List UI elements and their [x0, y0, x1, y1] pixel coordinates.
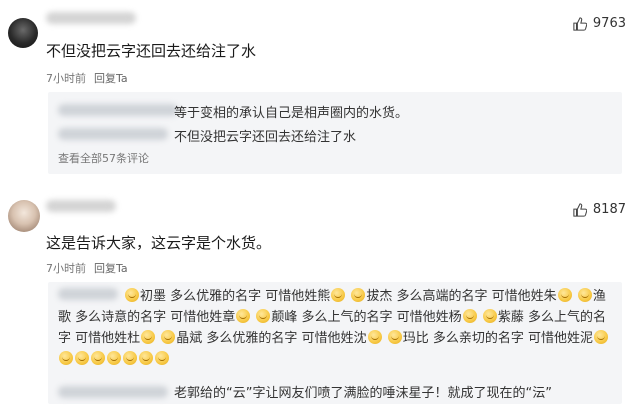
smile-emoji-icon [577, 288, 592, 302]
smile-emoji-icon [75, 351, 89, 365]
replies-box: 初墨 多么优雅的名字 可惜他姓熊 拔杰 多么高端的名字 可惜他姓朱 渔歌 多么诗… [48, 282, 622, 404]
smile-emoji-icon [141, 330, 156, 344]
avatar[interactable] [8, 18, 38, 48]
smile-emoji-icon [331, 288, 346, 302]
smile-emoji-icon [107, 351, 121, 365]
comment-text: 这是告诉大家，这云字是个水货。 [46, 234, 272, 252]
smile-emoji-icon [387, 330, 402, 344]
reply-segment: 颠峰 多么上气的名字 可惜他姓杨 [271, 310, 462, 325]
reply-segment: 玛比 多么亲切的名字 可惜他姓泥 [402, 331, 593, 346]
timestamp: 7小时前 [46, 72, 86, 85]
like-count: 9763 [592, 16, 626, 31]
reply-text: 等于变相的承认自己是相声圈内的水货。 [174, 106, 409, 121]
thumbs-up-icon [573, 16, 587, 31]
avatar[interactable] [8, 200, 40, 232]
reply-username-blurred[interactable] [58, 104, 178, 116]
like-button[interactable]: 9763 [573, 16, 626, 31]
smile-emoji-icon [123, 351, 137, 365]
smile-emoji-icon [367, 330, 382, 344]
timestamp: 7小时前 [46, 262, 86, 275]
reply-segment: 初墨 多么优雅的名字 可惜他姓熊 [140, 289, 331, 304]
smile-emoji-icon [91, 351, 105, 365]
comment-1: 9763 不但没把云字还回去还给注了水 7小时前 回复Ta 等于变相的承认自己是… [0, 0, 640, 180]
comment-text: 不但没把云字还回去还给注了水 [46, 42, 257, 60]
smile-emoji-icon [482, 309, 497, 323]
reply-button[interactable]: 回复Ta [94, 70, 128, 86]
comment-meta: 7小时前 回复Ta [46, 70, 128, 86]
smile-emoji-icon [155, 351, 169, 365]
smile-emoji-icon [236, 309, 251, 323]
reply-text: 老郭给的“云”字让网友们喷了满脸的唾沫星子！就成了现在的“沄” [174, 386, 552, 401]
smile-emoji-icon [125, 288, 139, 302]
like-button[interactable]: 8187 [573, 202, 626, 217]
replies-box: 等于变相的承认自己是相声圈内的水货。 不但没把云字还回去还给注了水 查看全部57… [48, 92, 622, 174]
smile-emoji-icon [139, 351, 153, 365]
reply-button[interactable]: 回复Ta [94, 260, 128, 276]
username-blurred[interactable] [46, 12, 136, 24]
comment-meta: 7小时前 回复Ta [46, 260, 128, 276]
reply-segment: 拔杰 多么高端的名字 可惜他姓朱 [366, 289, 557, 304]
reply-paragraph: 初墨 多么优雅的名字 可惜他姓熊 拔杰 多么高端的名字 可惜他姓朱 渔歌 多么诗… [58, 286, 614, 370]
comment-2: 8187 这是告诉大家，这云字是个水货。 7小时前 回复Ta 初墨 多么优雅的名… [0, 190, 640, 406]
like-count: 8187 [592, 202, 626, 217]
smile-emoji-icon [256, 309, 271, 323]
reply-segment: 晶斌 多么优雅的名字 可惜他姓沈 [176, 331, 367, 346]
reply-username-blurred[interactable] [58, 128, 168, 140]
smile-emoji-icon [161, 330, 176, 344]
smile-emoji-icon [462, 309, 477, 323]
reply-text: 不但没把云字还回去还给注了水 [174, 130, 357, 145]
username-blurred[interactable] [46, 200, 116, 212]
smile-emoji-icon [351, 288, 366, 302]
smile-emoji-icon [557, 288, 572, 302]
smile-emoji-icon [593, 330, 608, 344]
reply-username-blurred[interactable] [58, 386, 168, 398]
smile-emoji-icon [59, 351, 73, 365]
view-all-replies-link[interactable]: 查看全部57条评论 [58, 150, 149, 166]
thumbs-up-icon [573, 202, 587, 217]
